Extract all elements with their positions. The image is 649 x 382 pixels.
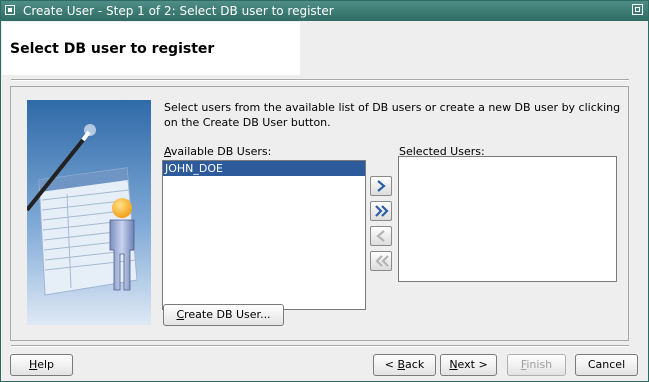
move-right-button[interactable] [370,176,392,196]
help-button[interactable]: Help [10,354,73,376]
maximize-icon[interactable] [632,4,643,15]
cancel-button[interactable]: Cancel [575,354,638,376]
create-db-user-button[interactable]: Create DB User... [163,304,284,326]
finish-button[interactable]: Finish [507,354,566,376]
double-chevron-right-icon [375,205,389,217]
move-all-right-button[interactable] [370,201,392,221]
next-button[interactable]: Next > [440,354,497,376]
move-all-left-button[interactable] [370,251,392,271]
available-users-label: Available DB Users: [164,145,272,158]
window-title: Create User - Step 1 of 2: Select DB use… [23,4,334,18]
window-menu-icon[interactable] [5,5,15,15]
header-divider [11,79,629,81]
header-title-area: Select DB user to register [2,22,300,75]
selected-users-list[interactable] [398,156,617,282]
instructions-text: Select users from the available list of … [164,101,621,129]
wizard-illustration [27,100,151,325]
title-bar[interactable]: Create User - Step 1 of 2: Select DB use… [1,1,648,21]
chevron-left-icon [376,230,385,242]
available-users-list[interactable]: JOHN_DOE [162,160,366,310]
header-banner: Select DB user to register [2,22,647,77]
list-item[interactable]: JOHN_DOE [163,161,365,176]
move-left-button[interactable] [370,226,392,246]
footer-divider [11,345,629,347]
page-title: Select DB user to register [10,41,215,57]
chevron-right-icon [377,180,386,192]
back-button[interactable]: < Back [373,354,436,376]
double-chevron-left-icon [375,255,389,267]
